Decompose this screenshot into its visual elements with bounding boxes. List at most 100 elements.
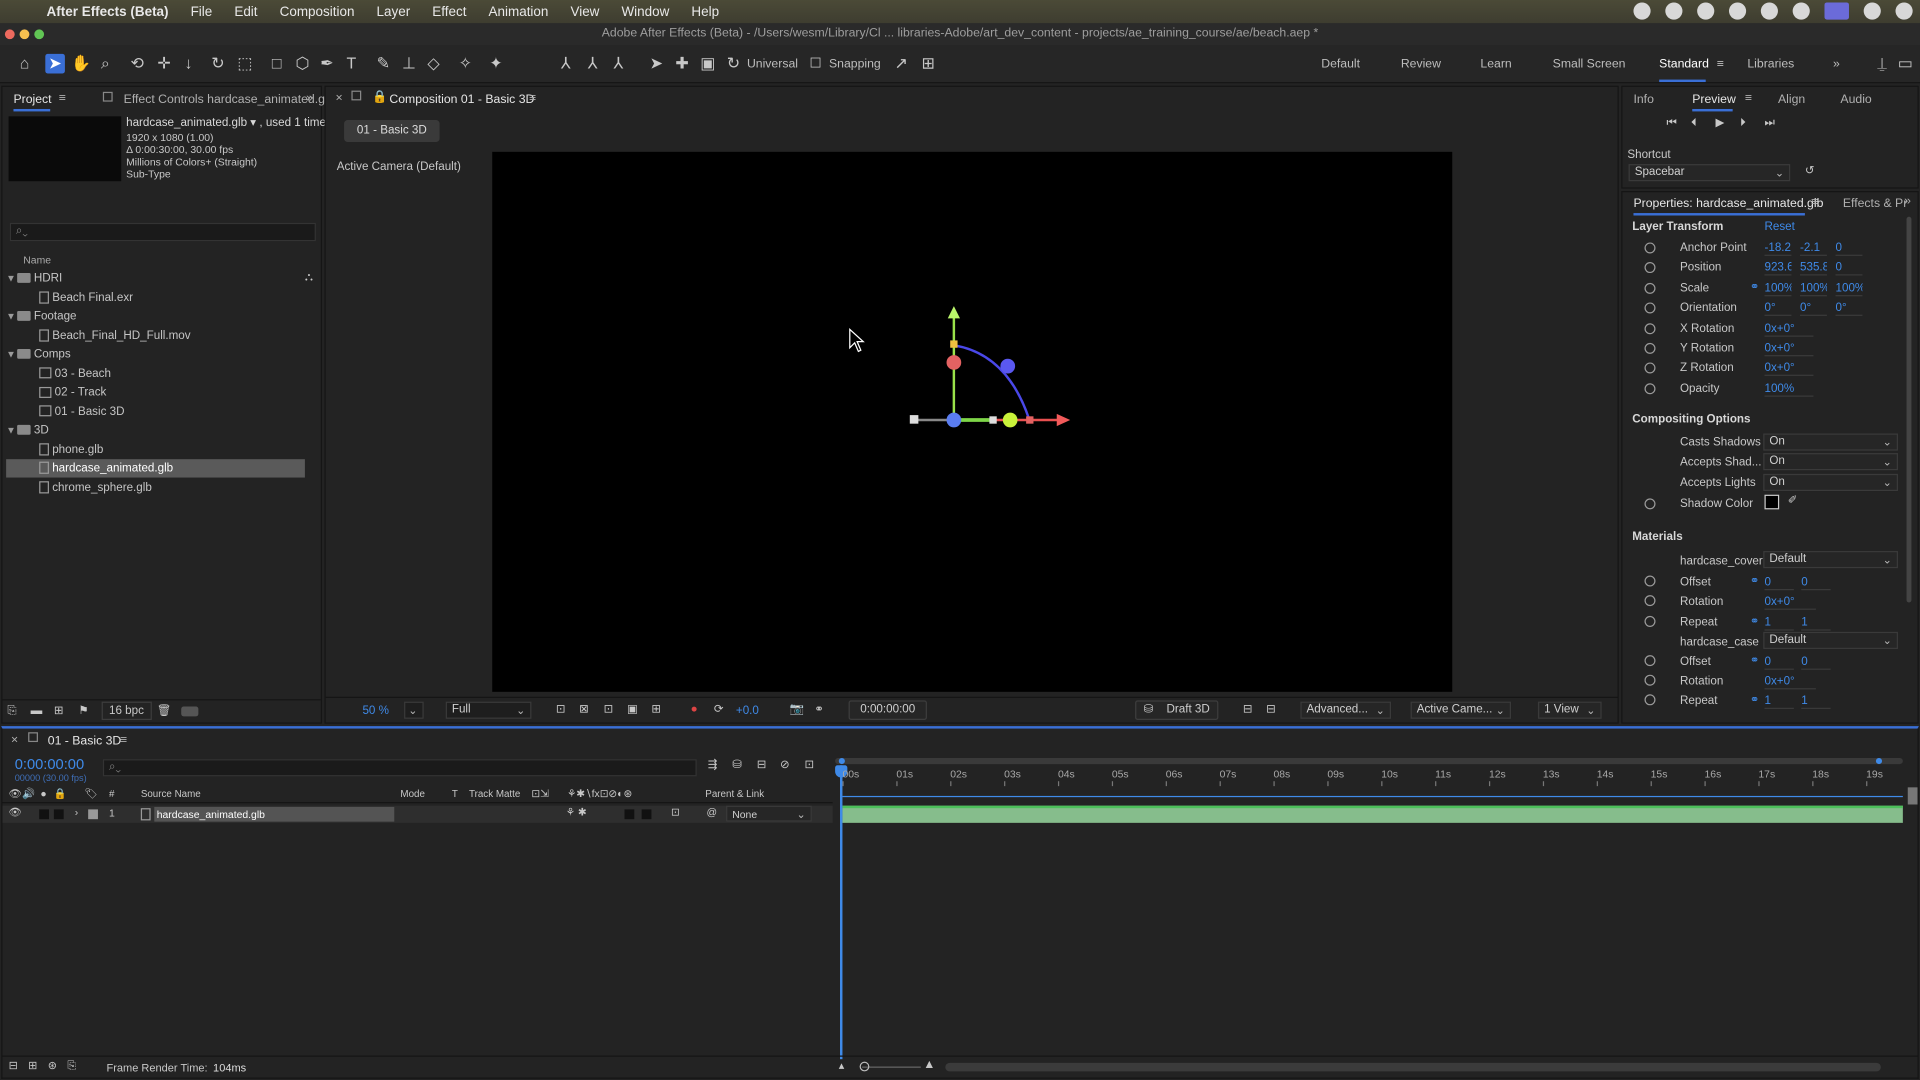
lock-icon[interactable]: 🔒 [372, 91, 387, 104]
stopwatch-icon[interactable] [1644, 282, 1656, 294]
rotation-value[interactable]: 0x+0° [1764, 675, 1816, 690]
chat-icon[interactable]: ▭ [1896, 54, 1916, 74]
layer-row[interactable]: 👁 › 1 hardcase_animated.glb ⚘ ✱ ⊡ @ None… [2, 805, 833, 823]
property-value[interactable]: 0x+0° [1764, 362, 1814, 377]
axis-view-icon[interactable]: ⅄ [609, 54, 629, 74]
property-value[interactable]: 923.6 [1764, 261, 1792, 276]
offset-x[interactable]: 0 [1764, 655, 1794, 670]
reset-exposure-icon[interactable]: ⟳ [714, 703, 724, 716]
timeline-menu-icon[interactable]: ≡ [120, 733, 127, 746]
disclosure-triangle-icon[interactable]: ▼ [6, 421, 17, 439]
dolly-tool-icon[interactable]: ↓ [179, 54, 199, 74]
pan-tool-icon[interactable]: ✛ [154, 54, 174, 74]
tab-effects-presets[interactable]: Effects & Pr [1843, 197, 1907, 210]
rotate-tool-icon[interactable]: ↻ [208, 54, 228, 74]
property-value[interactable]: 0° [1764, 301, 1792, 317]
zoom-out-icon[interactable]: ▴ [839, 1059, 845, 1072]
universal-label[interactable]: Universal [747, 58, 798, 71]
tab-properties[interactable]: Properties: hardcase_animated.glb [1633, 197, 1823, 210]
last-frame-icon[interactable]: ⏭ [1764, 116, 1774, 129]
workspace-libraries[interactable]: Libraries [1747, 58, 1794, 71]
project-item[interactable]: chrome_sphere.glb [6, 478, 305, 496]
stopwatch-icon[interactable] [1644, 383, 1656, 395]
pan-behind-tool-icon[interactable]: ⬚ [235, 54, 255, 74]
offset-y[interactable]: 0 [1801, 576, 1831, 591]
switch-toggle[interactable] [624, 809, 635, 820]
property-value[interactable]: 0x+0° [1764, 342, 1814, 357]
project-item[interactable]: 03 - Beach [6, 364, 305, 382]
stopwatch-icon[interactable] [1644, 362, 1656, 374]
tab-composition[interactable]: Composition 01 - Basic 3D [389, 93, 534, 106]
compositing-dropdown[interactable]: On ⌄ [1763, 473, 1898, 491]
project-item[interactable]: ▼ 3D [6, 421, 305, 439]
audio-switch-icon[interactable]: 🔊 [22, 787, 35, 800]
menu-layer[interactable]: Layer [377, 4, 411, 19]
zoom-dropdown[interactable]: ⌄ [404, 701, 424, 719]
close-tab-icon[interactable]: × [11, 733, 18, 746]
exposure-value[interactable]: +0.0 [736, 704, 759, 717]
frame-blend-icon[interactable]: ⊘ [780, 758, 790, 771]
column-mode[interactable]: Mode [400, 789, 425, 800]
workspace-standard[interactable]: Standard [1659, 58, 1709, 71]
property-value[interactable]: 535.8 [1800, 261, 1827, 276]
layer-transform-heading[interactable]: Layer Transform [1632, 220, 1723, 233]
selection-tool-icon[interactable]: ➤ [45, 53, 65, 74]
resolution-dropdown[interactable]: Full ⌄ [445, 701, 532, 719]
parent-dropdown[interactable]: None ⌄ [726, 805, 812, 822]
repeat-x[interactable]: 1 [1764, 694, 1794, 709]
shadow-color-swatch[interactable] [1764, 494, 1780, 510]
timeline-scrollbar[interactable] [945, 1062, 1881, 1072]
move-gizmo-icon[interactable]: ➤ [647, 54, 667, 74]
search-help-icon[interactable]: ⍊ [1872, 54, 1892, 74]
zoom-level[interactable]: 50 % [362, 704, 389, 717]
expand-layer-icon[interactable]: › [75, 806, 78, 818]
work-area-end[interactable] [1875, 757, 1883, 765]
offset-x[interactable]: 0 [1764, 576, 1794, 591]
project-item[interactable]: 01 - Basic 3D [6, 402, 305, 420]
tab-preview[interactable]: Preview [1692, 93, 1736, 106]
new-folder-icon[interactable]: ▬ [31, 704, 43, 717]
stamp-tool-icon[interactable]: ⊥ [399, 54, 419, 74]
material-dropdown[interactable]: Default ⌄ [1763, 631, 1898, 649]
disclosure-triangle-icon[interactable]: ▼ [6, 345, 17, 363]
video-switch-icon[interactable]: 👁 [9, 787, 22, 800]
status-icon[interactable] [1728, 2, 1747, 20]
orbit-tool-icon[interactable]: ⟲ [127, 54, 147, 74]
menu-window[interactable]: Window [621, 4, 669, 19]
layer-duration-bar[interactable] [842, 805, 1903, 823]
comp-end-marker[interactable] [1907, 787, 1918, 805]
workspace-learn[interactable]: Learn [1480, 58, 1511, 71]
advanced-dropdown[interactable]: Advanced... ⌄ [1300, 701, 1392, 719]
layer-switches-icon[interactable]: ⚘✱∖fx⊡⊘◐⊛ [567, 787, 632, 800]
show-snapshot-icon[interactable]: ⚭ [814, 703, 824, 716]
extended-viewer-icon[interactable]: ⊟ [1243, 703, 1253, 716]
status-icon[interactable] [1633, 2, 1651, 20]
status-icon[interactable] [1697, 2, 1715, 20]
zoom-window-button[interactable] [34, 29, 45, 40]
toggle-switches-icon[interactable]: ⊟ [9, 1059, 18, 1072]
hand-tool-icon[interactable]: ✋ [71, 54, 91, 74]
menu-effect[interactable]: Effect [432, 4, 466, 19]
flowchart-icon[interactable] [181, 706, 199, 717]
brush-tool-icon[interactable]: ✎ [373, 54, 393, 74]
label-icon[interactable]: 🏷 [84, 787, 97, 800]
current-time[interactable]: 0:00:00:00 [15, 756, 84, 773]
property-value[interactable]: 100% [1800, 281, 1827, 297]
toggle-ins-icon[interactable]: ⊛ [48, 1059, 57, 1072]
status-icon[interactable] [1665, 2, 1683, 20]
universal-gizmo-icon[interactable]: ↻ [724, 54, 744, 74]
layer-name[interactable]: hardcase_animated.glb [154, 806, 395, 822]
repeat-y[interactable]: 1 [1801, 616, 1831, 631]
stopwatch-icon[interactable] [1644, 242, 1656, 254]
work-area-bar[interactable] [835, 757, 1903, 765]
region-icon[interactable]: ⊡ [556, 703, 566, 716]
more-tabs-icon[interactable]: » [306, 92, 313, 105]
stopwatch-icon[interactable] [1644, 342, 1656, 354]
viewer[interactable] [492, 151, 1453, 692]
compositing-dropdown[interactable]: On ⌄ [1763, 453, 1898, 471]
toggle-modes-icon[interactable]: ⊞ [28, 1059, 37, 1072]
camera-dropdown[interactable]: Active Came... ⌄ [1410, 701, 1512, 719]
axis-local-icon[interactable]: ⅄ [556, 54, 576, 74]
app-menu[interactable]: After Effects (Beta) [47, 4, 169, 19]
snapping-label[interactable]: Snapping [829, 58, 881, 71]
